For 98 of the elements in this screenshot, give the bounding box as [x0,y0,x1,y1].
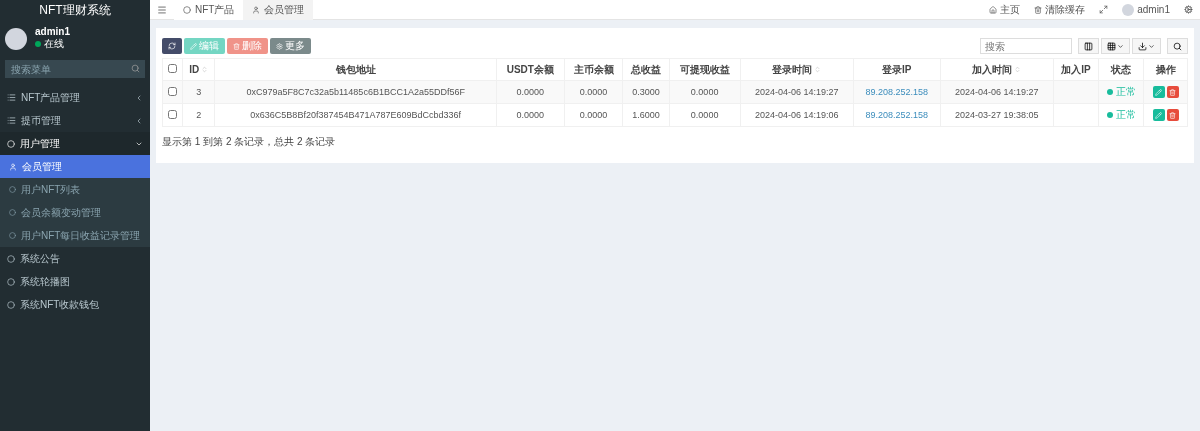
circle-icon [7,300,15,309]
column-header: 登录IP [882,62,912,77]
status-text: 正常 [1115,85,1136,99]
toggle-view-button[interactable] [1078,38,1099,54]
circle-icon [9,232,16,239]
table-cell: 0.0000 [690,87,719,97]
user-status: 在线 [44,37,64,51]
select-all-checkbox[interactable] [168,64,177,73]
caret-icon [1148,42,1155,50]
gear-icon [1184,5,1193,14]
delete-button[interactable] [1166,86,1179,98]
table-cell: 0xC979a5F8C7c32a5b11485c6B1BCC1A2a55DDf56F [246,87,465,97]
row-checkbox[interactable] [168,86,177,96]
table-cell: 2024-04-06 14:19:27 [954,87,1039,97]
menu-icon [157,4,167,15]
circle-icon [183,5,191,14]
table-cell: 0x636C5B8Bf20f387454B471A787E609BdCcbd336f [250,110,462,120]
chevron-left-icon [135,116,143,125]
refresh-icon [168,42,176,50]
user-icon [252,5,261,14]
column-header: USDT余额 [506,62,554,77]
submenu-item[interactable]: 会员管理 [0,155,150,178]
edit-button[interactable] [1152,86,1165,98]
row-checkbox[interactable] [168,109,177,119]
table-cell: 0.0000 [690,110,719,120]
user-menu[interactable]: admin1 [1115,3,1177,16]
table-cell: 3 [196,87,202,97]
edit-button[interactable] [1152,109,1165,121]
expand-icon [1099,5,1109,14]
more-button[interactable]: 更多 [270,38,311,54]
circle-icon [9,209,16,216]
menu-item[interactable]: NFT产品管理 [0,86,150,109]
list-icon [7,93,16,102]
download-icon [1138,41,1147,51]
menu-item[interactable]: 系统公告 [0,247,150,270]
user-icon [9,162,17,171]
chevron-left-icon [135,93,143,102]
trash-icon [1169,111,1177,119]
table-cell: 2 [196,110,202,120]
pencil-icon [1155,111,1163,119]
grid-icon [1107,41,1116,51]
table-cell: 0.0000 [516,87,545,97]
submenu-item[interactable]: 用户NFT列表 [0,178,150,201]
circle-icon [7,139,15,148]
columns-button[interactable] [1101,38,1130,54]
circle-icon [7,254,15,263]
pencil-icon [1155,88,1163,96]
search-button[interactable] [1167,38,1188,54]
tab[interactable]: 会员管理 [243,0,314,20]
column-header: 主币余额 [573,62,614,77]
table-cell: 2024-04-06 14:19:06 [754,110,839,120]
top-link[interactable]: 主页 [982,2,1028,17]
submenu-item[interactable]: 用户NFT每日收益记录管理 [0,224,150,247]
sort-icon [201,66,209,73]
trash-icon [1034,5,1043,14]
column-header: 总收益 [630,62,661,77]
table-cell: 0.0000 [579,110,608,120]
column-header: 加入IP [1061,62,1091,77]
menu-item[interactable]: 提币管理 [0,109,150,132]
table-cell: 0.0000 [516,110,545,120]
trash-icon [233,42,240,50]
pencil-icon [190,42,197,50]
menu-search-field[interactable]: 搜索菜单 [5,60,145,78]
avatar [1122,3,1135,16]
menu-item[interactable]: 用户管理 [0,132,150,155]
search-icon [1173,41,1182,51]
list-icon [7,116,16,125]
user-name: admin1 [35,26,70,37]
circle-icon [7,277,15,286]
trash-icon [1169,88,1177,96]
status-text: 正常 [1115,108,1136,122]
column-header: 操作 [1155,62,1176,77]
table-cell: 0.3000 [632,87,660,97]
circle-icon [9,186,16,193]
avatar [5,27,27,50]
pagination-info: 显示第 1 到第 2 条记录，总共 2 条记录 [162,135,337,149]
column-header: 状态 [1111,62,1132,77]
table-cell: 1.6000 [632,110,660,120]
table-cell: 2024-03-27 19:38:05 [954,110,1039,120]
submenu-item[interactable]: 会员余额变动管理 [0,201,150,224]
gear-icon [276,42,283,50]
table-cell: 2024-04-06 14:19:27 [754,87,839,97]
sort-icon [814,66,822,73]
column-header: 钱包地址 [335,62,376,77]
sort-icon [1014,66,1022,73]
column-header: 可提现收益 [679,62,730,77]
caret-icon [1117,42,1124,50]
search-icon [131,64,140,73]
table-cell: 0.0000 [579,87,608,97]
delete-button[interactable] [1166,109,1179,121]
columns-icon [1084,41,1093,51]
menu-item[interactable]: 系统轮播图 [0,270,150,293]
export-button[interactable] [1132,38,1161,54]
refresh-button[interactable] [162,38,182,54]
home-icon [989,5,998,14]
search-field[interactable]: 搜索 [980,38,1072,54]
menu-item[interactable]: 系统NFT收款钱包 [0,293,150,316]
top-link[interactable]: 清除缓存 [1027,2,1093,17]
